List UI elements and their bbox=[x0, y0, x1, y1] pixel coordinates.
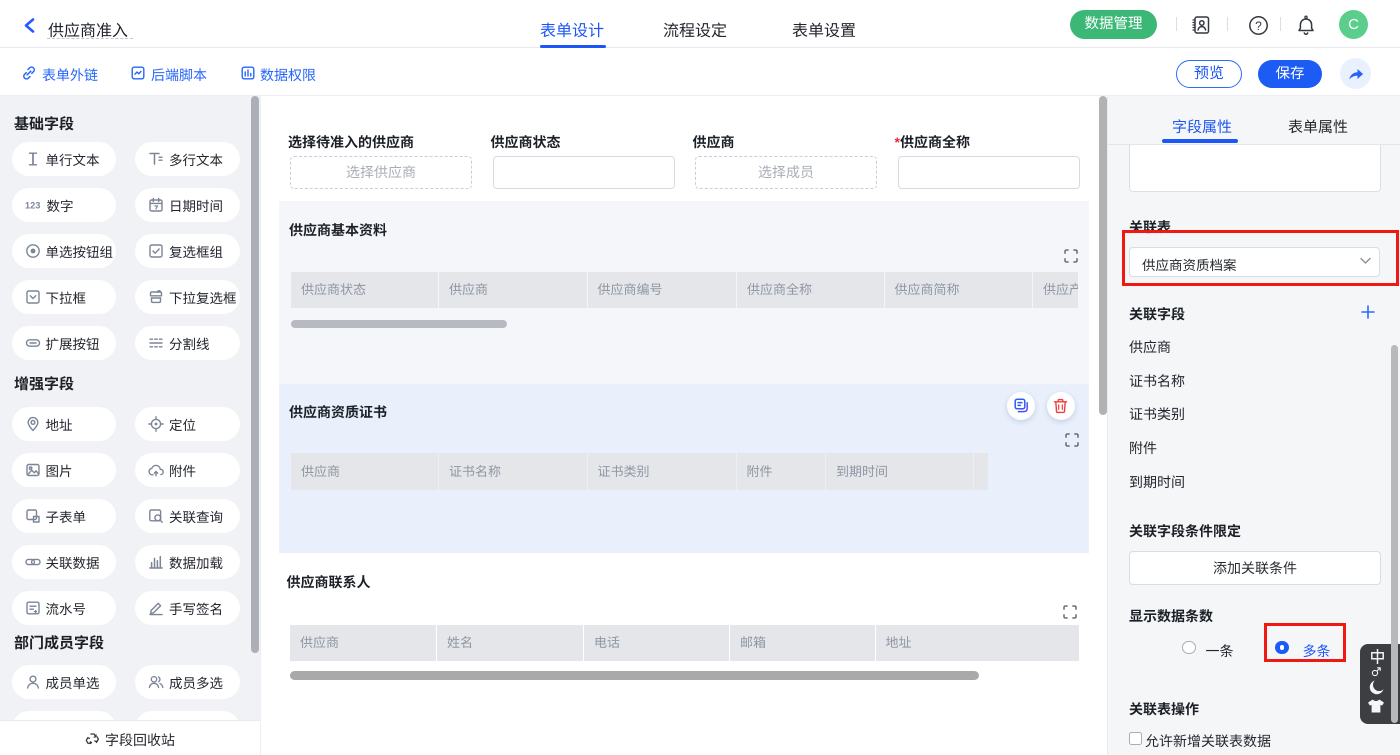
svg-text:123: 123 bbox=[25, 201, 41, 211]
svg-text:?: ? bbox=[1255, 19, 1262, 33]
